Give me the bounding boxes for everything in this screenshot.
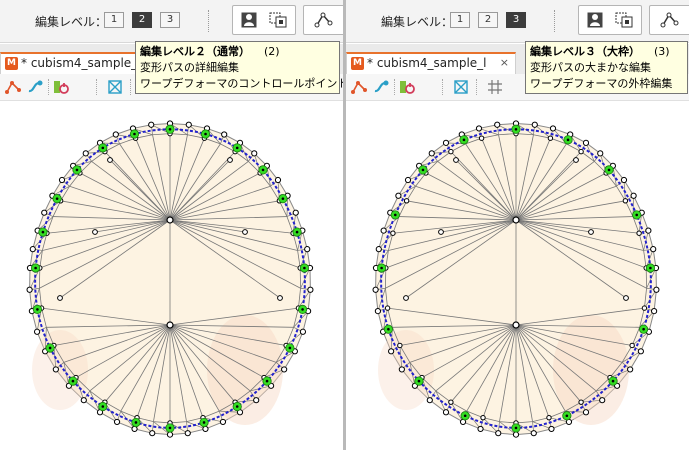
tooltip-line-1: 変形パスの詳細編集 [140, 61, 239, 74]
edit-level-2-tooltip: 編集レベル２（通常） (2) 変形パスの詳細編集 ワープデフォーマのコントロールポ… [135, 41, 343, 94]
arrange-icon[interactable] [106, 78, 124, 96]
document-tab[interactable]: M * cubism4_sample_l × [346, 52, 516, 74]
person-icon[interactable] [587, 12, 603, 28]
toolbar-separator [554, 10, 555, 32]
tooltip-shortcut: (3) [654, 45, 670, 58]
right-pane: 編集レベル： 1 2 3 M * cubism4_sample_l × 編集レベ… [346, 0, 689, 450]
toolrow-separator [96, 79, 97, 95]
view-toggle-group [232, 5, 296, 35]
view-toggle-group [578, 5, 642, 35]
deform-path-icon[interactable] [4, 78, 22, 96]
edit-level-2-button[interactable]: 2 [132, 12, 152, 28]
edit-level-3-button[interactable]: 3 [160, 12, 180, 28]
tab-title: * cubism4_sample_l [367, 56, 487, 70]
toolrow-separator [442, 79, 443, 95]
editor-canvas[interactable] [0, 100, 343, 450]
grid-icon[interactable] [486, 78, 504, 96]
deform-path-icon[interactable] [350, 78, 368, 96]
edit-level-3-button[interactable]: 3 [506, 12, 526, 28]
art-mesh [26, 120, 314, 438]
warp-deformer-icon[interactable] [269, 12, 287, 28]
toolbar: 編集レベル： 1 2 3 [346, 0, 689, 43]
tab-close-icon[interactable]: × [500, 56, 509, 69]
toolrow-separator [394, 79, 395, 95]
mesh-viewport[interactable] [346, 100, 689, 450]
mesh-edit-icon[interactable] [398, 78, 416, 96]
edit-level-1-button[interactable]: 1 [450, 12, 470, 28]
glue-icon[interactable] [372, 78, 390, 96]
glue-icon[interactable] [26, 78, 44, 96]
left-pane: 編集レベル： 1 2 3 M * cubism4_sample_ 編集レベル２（… [0, 0, 343, 450]
editor-canvas[interactable] [346, 100, 689, 450]
warp-deformer-icon[interactable] [615, 12, 633, 28]
tooltip-line-2: ワープデフォーマのコントロールポイント編集 [140, 77, 343, 90]
path-tool-group [649, 5, 689, 35]
toolbar-separator [208, 10, 209, 32]
edit-level-3-tooltip: 編集レベル３（大枠） (3) 変形パスの大まかな編集 ワープデフォーマの外枠編集 [525, 41, 688, 94]
edit-level-1-button[interactable]: 1 [104, 12, 124, 28]
mesh-viewport[interactable] [0, 100, 343, 450]
edit-level-label: 編集レベル： [35, 15, 108, 29]
toolrow-separator [476, 79, 477, 95]
model-file-icon: M [351, 57, 364, 70]
tab-title: * cubism4_sample_ [21, 56, 138, 70]
tooltip-line-1: 変形パスの大まかな編集 [530, 61, 651, 74]
path-tool-icon[interactable] [660, 12, 682, 28]
person-icon[interactable] [241, 12, 257, 28]
edit-level-2-button[interactable]: 2 [478, 12, 498, 28]
tooltip-line-2: ワープデフォーマの外枠編集 [530, 77, 673, 90]
tooltip-title: 編集レベル３（大枠） [530, 45, 640, 58]
path-tool-icon[interactable] [314, 12, 336, 28]
toolrow-separator [130, 79, 131, 95]
toolrow-separator [48, 79, 49, 95]
model-file-icon: M [5, 57, 18, 70]
edit-level-label: 編集レベル： [381, 15, 454, 29]
art-mesh [372, 120, 660, 438]
mesh-edit-icon[interactable] [52, 78, 70, 96]
arrange-icon[interactable] [452, 78, 470, 96]
tooltip-title: 編集レベル２（通常） [140, 45, 250, 58]
path-tool-group [303, 5, 343, 35]
toolbar: 編集レベル： 1 2 3 [0, 0, 343, 43]
tooltip-shortcut: (2) [264, 45, 280, 58]
